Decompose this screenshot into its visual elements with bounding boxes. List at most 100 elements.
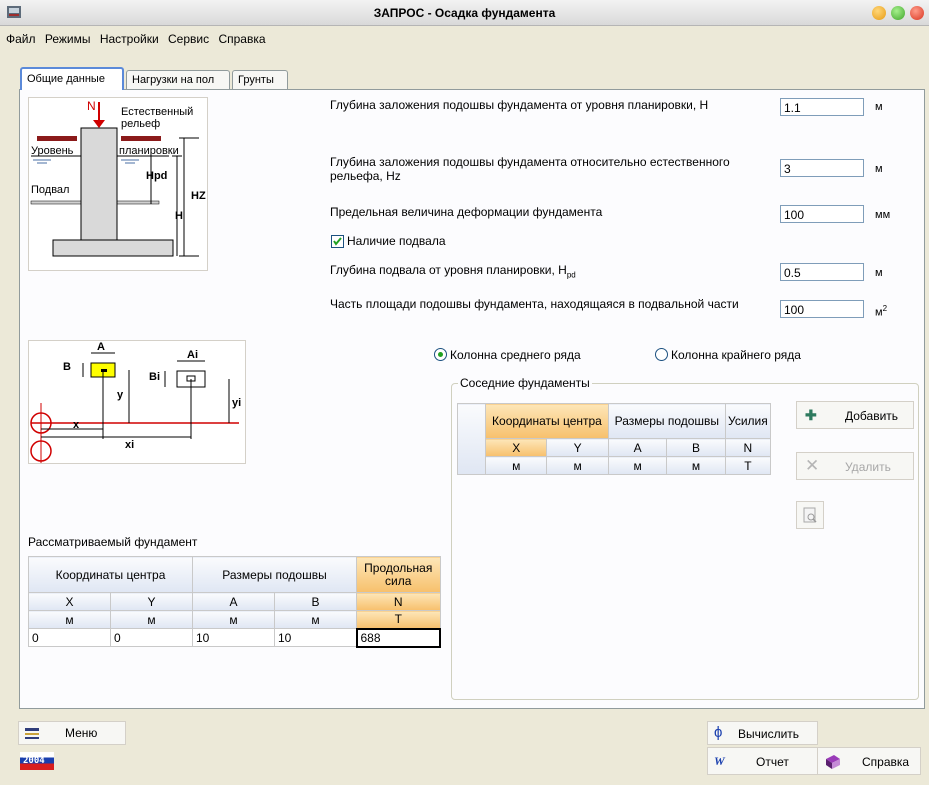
basement-depth-label-text: Глубина подвала от уровня планировки, H: [330, 263, 567, 277]
fig2-x-label: x: [73, 419, 80, 431]
tab-soils[interactable]: Грунты: [232, 70, 288, 89]
year-logo: 2004: [20, 752, 54, 770]
fig1-h-label: H: [175, 210, 183, 222]
considered-cell-n[interactable]: 688: [355, 627, 441, 648]
report-button[interactable]: W Отчет: [707, 747, 818, 775]
considered-cell-a[interactable]: 10: [192, 628, 275, 647]
preview-button[interactable]: [796, 501, 824, 529]
considered-col-b: B: [274, 592, 357, 611]
depth-label: Глубина заложения подошвы фундамента от …: [330, 98, 709, 112]
year-logo-text: 2004: [23, 756, 45, 766]
considered-header-sizes: Размеры подошвы: [192, 556, 357, 593]
considered-unit-n: Т: [356, 610, 441, 629]
basement-checkbox[interactable]: [331, 235, 344, 248]
fig2-xi-label: xi: [125, 439, 135, 451]
tab-general[interactable]: Общие данные: [20, 67, 124, 90]
delete-x-icon: ✕: [805, 456, 820, 475]
fig1-natural-relief-label-2: рельеф: [121, 118, 161, 130]
neighbors-unit-b: м: [666, 456, 726, 475]
basement-checkbox-label[interactable]: Наличие подвала: [347, 234, 446, 248]
fig1-planning-label: планировки: [119, 145, 179, 157]
fig1-level-label: Уровень: [31, 145, 74, 157]
fig2-bi-label: Bi: [149, 371, 160, 383]
deform-unit: мм: [875, 209, 891, 221]
neighbors-col-x: X: [484, 438, 548, 457]
word-icon: W: [714, 754, 725, 768]
menu-settings[interactable]: Настройки: [97, 28, 162, 46]
considered-table[interactable]: Координаты центра Размеры подошвы Продол…: [28, 556, 441, 648]
considered-title: Рассматриваемый фундамент: [28, 535, 198, 549]
area-input[interactable]: 100: [780, 300, 864, 318]
help-button-label: Справка: [862, 755, 910, 769]
considered-col-n: N: [356, 592, 441, 611]
tab-floor-loads[interactable]: Нагрузки на пол: [126, 70, 230, 89]
neighbors-col-n: N: [724, 438, 772, 457]
menu-file[interactable]: Файл: [0, 28, 39, 46]
basement-depth-unit: м: [875, 267, 883, 279]
menu-button[interactable]: Меню: [18, 721, 126, 745]
depth-rel-unit: м: [875, 163, 883, 175]
checkmark-icon: [333, 237, 342, 246]
neighbors-table[interactable]: Координаты центра Размеры подошвы Усилия…: [457, 403, 772, 475]
menu-service[interactable]: Сервис: [165, 28, 212, 46]
considered-unit-b: м: [274, 610, 357, 629]
neighbors-unit-a: м: [607, 456, 668, 475]
help-book-icon: [826, 755, 840, 769]
neighbors-col-b: B: [666, 438, 726, 457]
maximize-button[interactable]: [891, 6, 905, 20]
area-unit: м2: [875, 304, 887, 319]
deform-input[interactable]: 100: [780, 205, 864, 223]
neighbors-unit-y: м: [546, 456, 609, 475]
radio-middle-column-label[interactable]: Колонна среднего ряда: [450, 348, 581, 362]
radio-edge-column[interactable]: [655, 348, 668, 361]
considered-header-force: Продольная сила: [356, 556, 441, 593]
neighbors-header-force: Усилия: [724, 403, 772, 439]
considered-header-coords: Координаты центра: [28, 556, 193, 593]
neighbors-col-y: Y: [546, 438, 609, 457]
basement-depth-subscript: pd: [566, 270, 576, 280]
fig2-ai-label: Ai: [187, 349, 198, 361]
fig2-a-label: A: [97, 341, 105, 353]
plus-icon: ✚: [805, 407, 817, 423]
basement-depth-input[interactable]: 0.5: [780, 263, 864, 281]
help-button[interactable]: Справка: [817, 747, 921, 775]
fig2-yi-label: yi: [232, 397, 242, 409]
area-unit-sup: 2: [882, 304, 888, 313]
fig2-y-label: y: [117, 389, 124, 401]
considered-cell-b[interactable]: 10: [274, 628, 357, 647]
neighbors-header-coords: Координаты центра: [485, 403, 609, 439]
radio-edge-column-label[interactable]: Колонна крайнего ряда: [671, 348, 801, 362]
basement-depth-label: Глубина подвала от уровня планировки, Hp…: [330, 263, 576, 279]
radio-middle-column[interactable]: [434, 348, 447, 361]
window-title: ЗАПРОС - Осадка фундамента: [373, 6, 556, 20]
add-button-label: Добавить: [845, 409, 899, 423]
menu-help[interactable]: Справка: [215, 28, 268, 46]
close-button[interactable]: [910, 6, 924, 20]
considered-col-a: A: [192, 592, 275, 611]
considered-unit-a: м: [192, 610, 275, 629]
deform-label: Предельная величина деформации фундамент…: [330, 205, 603, 219]
delete-button[interactable]: ✕ Удалить: [796, 452, 914, 480]
considered-unit-y: м: [110, 610, 193, 629]
depth-rel-input[interactable]: 3: [780, 159, 864, 177]
neighbors-col-a: A: [607, 438, 668, 457]
considered-col-y: Y: [110, 592, 193, 611]
considered-cell-x[interactable]: 0: [28, 628, 111, 647]
area-label: Часть площади подошвы фундамента, находя…: [330, 297, 739, 311]
considered-unit-x: м: [28, 610, 111, 629]
menu-bar: Файл Режимы Настройки Сервис Справка: [0, 28, 929, 50]
area-unit-base: м: [875, 306, 883, 319]
calculate-button[interactable]: ϕ Вычислить: [707, 721, 818, 745]
neighbors-group-title: Соседние фундаменты: [458, 376, 592, 390]
minimize-button[interactable]: [872, 6, 886, 20]
considered-cell-y[interactable]: 0: [110, 628, 193, 647]
add-button[interactable]: ✚ Добавить: [796, 401, 914, 429]
delete-button-label: Удалить: [845, 460, 891, 474]
neighbors-row-selector[interactable]: [457, 403, 486, 475]
menu-modes[interactable]: Режимы: [42, 28, 94, 46]
depth-input[interactable]: 1.1: [780, 98, 864, 116]
menu-list-icon: [25, 728, 39, 739]
neighbors-unit-x: м: [484, 456, 548, 475]
fig1-natural-relief-label: Естественный: [121, 106, 194, 118]
phi-icon: ϕ: [714, 724, 723, 741]
